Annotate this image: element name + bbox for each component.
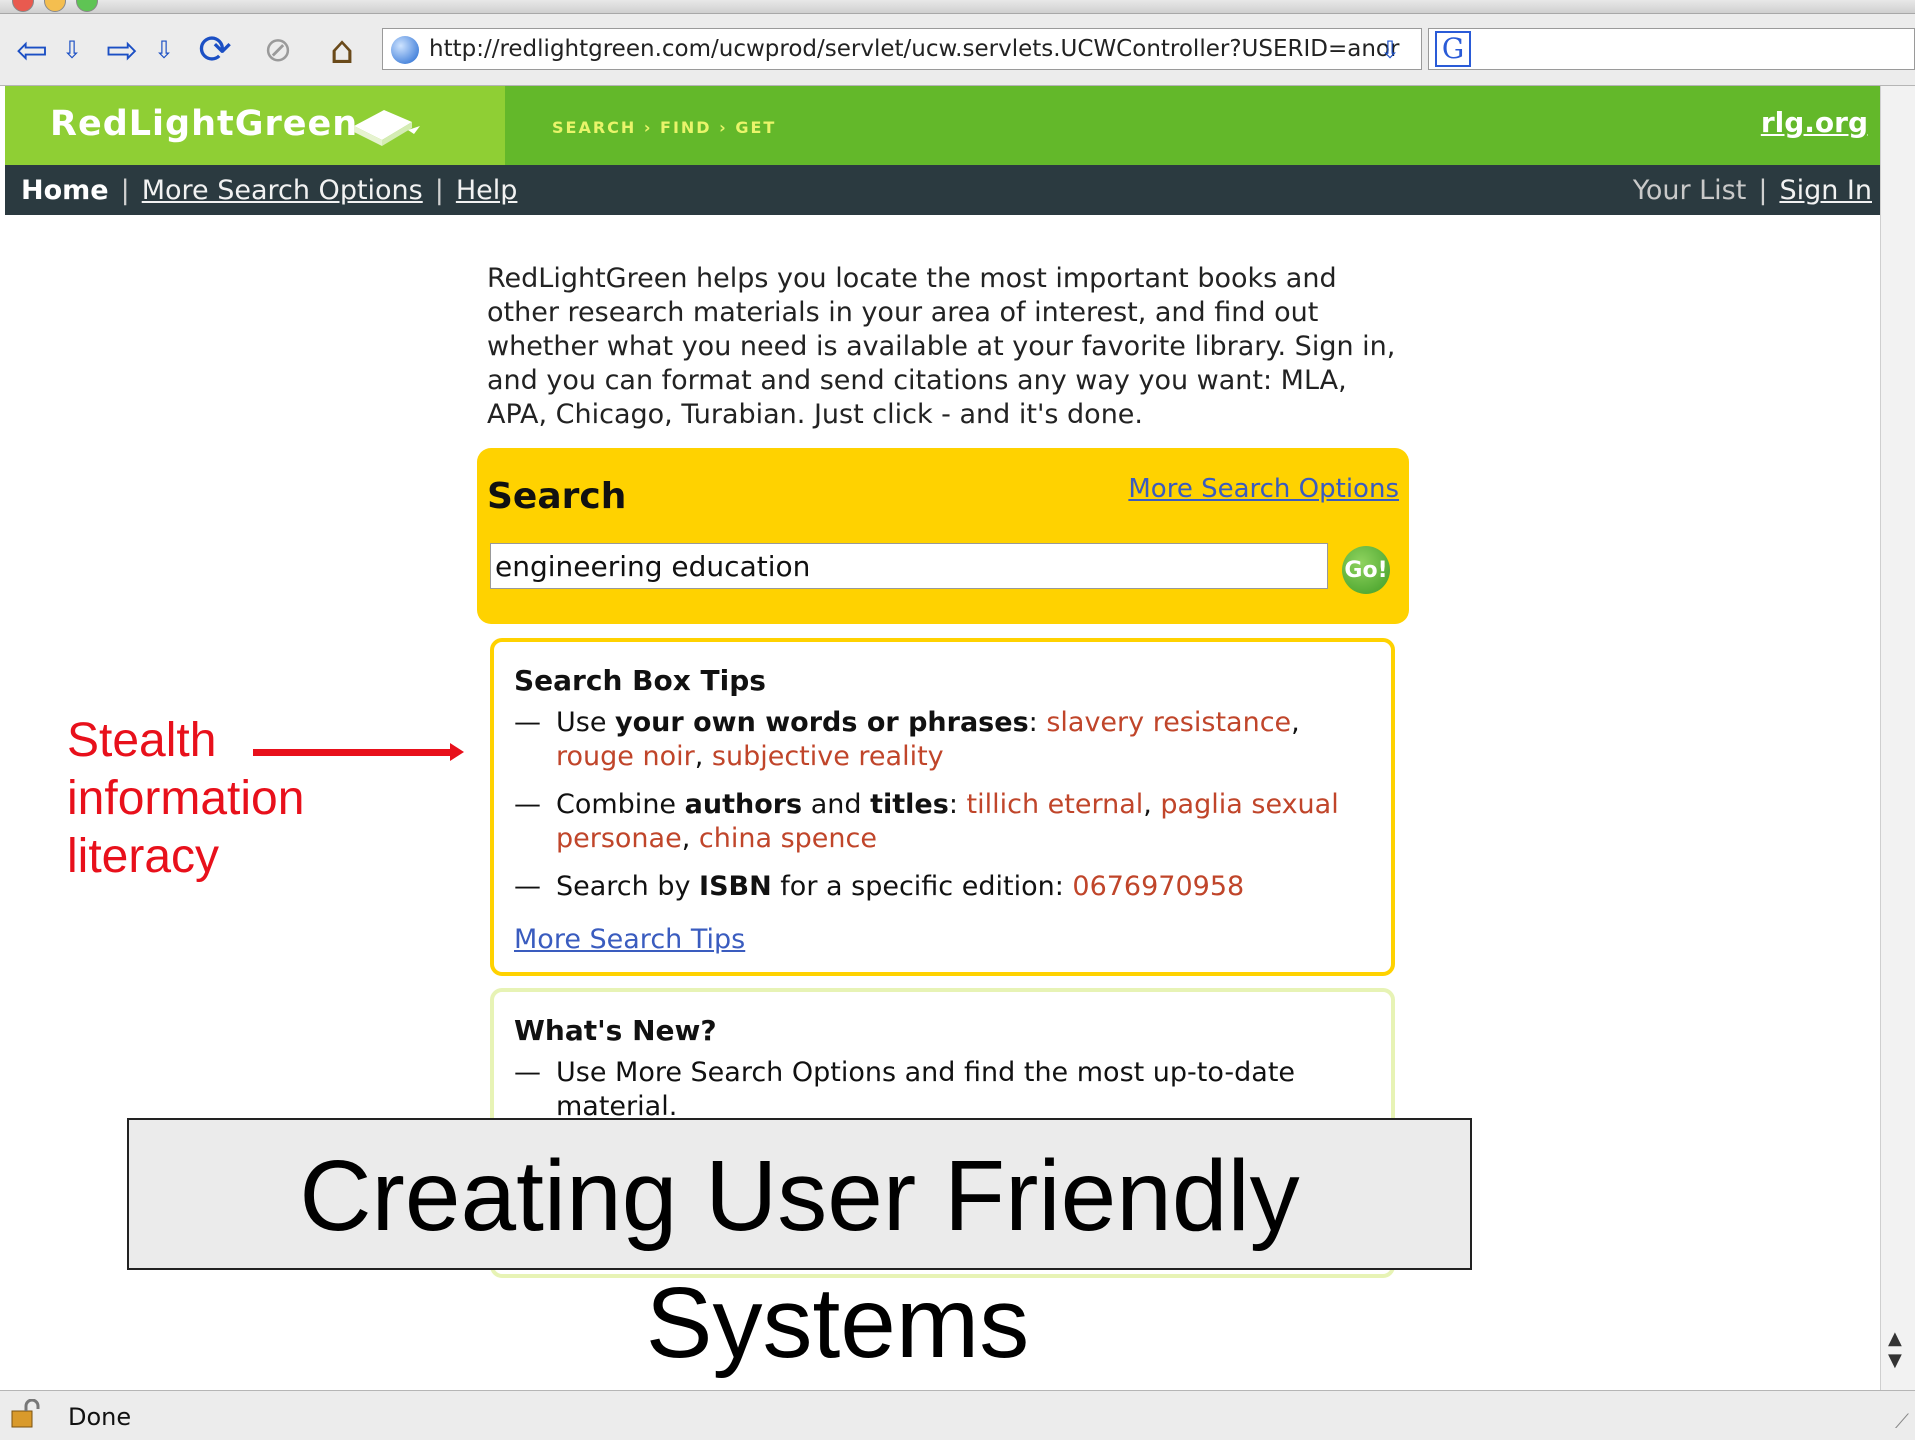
example-link[interactable]: subjective reality — [712, 741, 944, 772]
search-tips-box: Search Box Tips — Use your own words or … — [490, 638, 1395, 976]
close-window-icon[interactable] — [12, 0, 34, 12]
more-search-tips-link[interactable]: More Search Tips — [514, 924, 745, 955]
window-titlebar — [0, 0, 1915, 14]
example-link[interactable]: china spence — [699, 823, 877, 854]
vertical-scrollbar[interactable] — [1880, 86, 1915, 1390]
google-search-field[interactable]: G — [1428, 28, 1915, 70]
tip-text: Combine — [556, 789, 685, 820]
tip-text: for a specific edition: — [771, 871, 1073, 902]
minimize-window-icon[interactable] — [44, 0, 66, 12]
dropdown-arrow-icon[interactable]: ⇩ — [1380, 36, 1400, 64]
globe-icon — [391, 36, 419, 64]
tip-item: — Search by ISBN for a specific edition:… — [514, 870, 1374, 904]
stop-icon[interactable]: ⊘ — [258, 28, 298, 72]
nav-home[interactable]: Home — [21, 175, 109, 206]
tip-text: and — [802, 789, 871, 820]
dash-bullet: — — [514, 789, 541, 820]
site-header: RedLightGreen SEARCH › FIND › GET rlg.or… — [5, 86, 1880, 165]
example-link[interactable]: tillich eternal — [967, 789, 1144, 820]
whats-new-item: — Use More Search Options and find the m… — [514, 1056, 1374, 1124]
rlg-link[interactable]: rlg.org — [1761, 106, 1868, 139]
tip-emphasis: titles — [870, 789, 949, 820]
tip-emphasis: ISBN — [699, 871, 772, 902]
nav-separator: | — [120, 175, 130, 206]
reload-icon[interactable]: ⟳ — [188, 27, 242, 73]
home-icon[interactable]: ⌂ — [318, 28, 366, 72]
more-search-options-link[interactable]: More Search Options — [1128, 474, 1399, 504]
tip-item: — Use your own words or phrases: slavery… — [514, 707, 1300, 772]
search-panel: Search More Search Options Go! — [477, 448, 1409, 624]
dash-bullet: — — [514, 871, 541, 902]
search-input[interactable] — [490, 543, 1328, 589]
book-logo-icon — [354, 110, 420, 146]
back-menu-arrow-icon[interactable]: ⇩ — [60, 28, 84, 72]
back-icon[interactable]: ⇦ — [10, 28, 54, 72]
example-link[interactable]: slavery resistance — [1046, 707, 1291, 738]
browser-toolbar: ⇦ ⇩ ⇨ ⇩ ⟳ ⊘ ⌂ http://redlightgreen.com/u… — [0, 14, 1915, 86]
go-button[interactable]: Go! — [1342, 546, 1390, 594]
whats-new-text: Use More Search Options and find the mos… — [556, 1057, 1296, 1122]
whats-new-heading: What's New? — [514, 1014, 717, 1047]
tip-text: Search by — [556, 871, 700, 902]
resize-grip-icon[interactable]: ⟋ — [1895, 1409, 1909, 1433]
nav-help[interactable]: Help — [456, 175, 518, 206]
tip-emphasis: your own words or phrases — [615, 707, 1029, 738]
annotation-line: information — [67, 772, 305, 825]
caption-title-line2: Systems — [645, 1267, 1030, 1379]
logo-area[interactable]: RedLightGreen — [5, 86, 505, 165]
status-bar: Done ⟋ — [0, 1390, 1915, 1440]
tip-emphasis: authors — [684, 789, 803, 820]
tip-text: : — [1028, 707, 1047, 738]
annotation-line: Stealth — [67, 714, 217, 767]
tip-item: — Combine authors and titles: tillich et… — [514, 789, 1339, 854]
annotation-label: Stealth information literacy — [67, 712, 304, 886]
arrow-head-icon — [450, 743, 464, 761]
dash-bullet: — — [514, 1057, 541, 1088]
forward-icon[interactable]: ⇨ — [100, 28, 144, 72]
example-link[interactable]: 0676970958 — [1072, 871, 1244, 902]
scroll-arrows-icon[interactable]: ▲ ▼ — [1888, 1328, 1902, 1372]
address-bar[interactable]: http://redlightgreen.com/ucwprod/servlet… — [382, 28, 1422, 70]
nav-your-list[interactable]: Your List — [1633, 175, 1746, 206]
tip-text: Use — [556, 707, 616, 738]
tips-heading: Search Box Tips — [514, 664, 766, 697]
url-text: http://redlightgreen.com/ucwprod/servlet… — [429, 36, 1400, 62]
caption-title: Creating User Friendly — [299, 1140, 1300, 1252]
search-heading: Search — [487, 476, 627, 517]
status-text: Done — [68, 1403, 132, 1431]
main-nav: Home | More Search Options | Help Your L… — [5, 165, 1880, 215]
nav-sign-in[interactable]: Sign In — [1779, 175, 1872, 206]
example-link[interactable]: rouge noir — [556, 741, 695, 772]
tip-text: : — [948, 789, 967, 820]
tagline: SEARCH › FIND › GET — [552, 118, 777, 137]
dash-bullet: — — [514, 707, 541, 738]
site-logo: RedLightGreen — [50, 104, 359, 144]
intro-paragraph: RedLightGreen helps you locate the most … — [487, 263, 1396, 430]
lock-icon — [11, 1399, 40, 1428]
annotation-arrow — [253, 749, 453, 756]
nav-more-search-options[interactable]: More Search Options — [142, 175, 423, 206]
zoom-window-icon[interactable] — [76, 0, 98, 12]
google-icon: G — [1435, 31, 1471, 67]
nav-separator: | — [1758, 175, 1768, 206]
nav-separator: | — [434, 175, 444, 206]
forward-menu-arrow-icon[interactable]: ⇩ — [152, 28, 176, 72]
annotation-line: literacy — [67, 830, 220, 883]
